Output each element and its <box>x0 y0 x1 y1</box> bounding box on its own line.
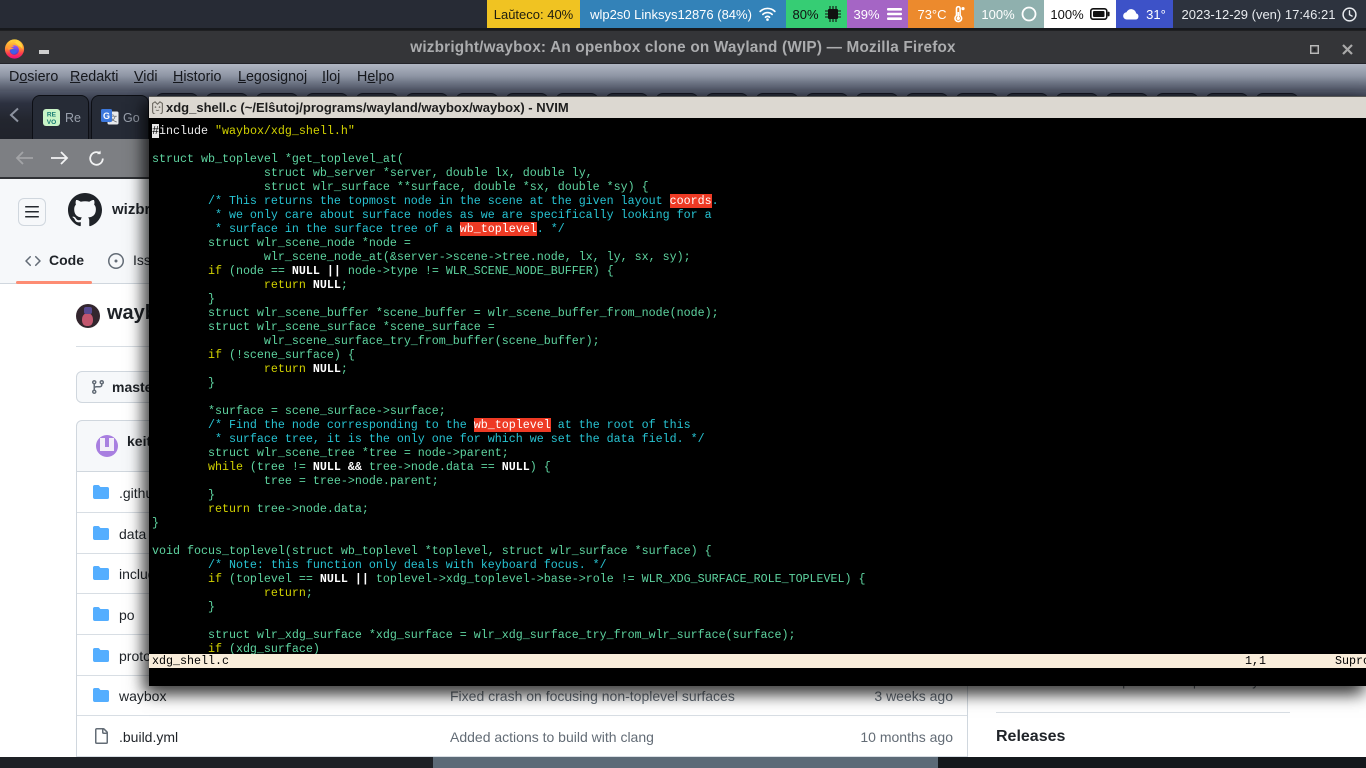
svg-text:G: G <box>103 111 110 121</box>
svg-text:RE: RE <box>47 112 57 119</box>
svg-text:VO: VO <box>47 119 57 126</box>
